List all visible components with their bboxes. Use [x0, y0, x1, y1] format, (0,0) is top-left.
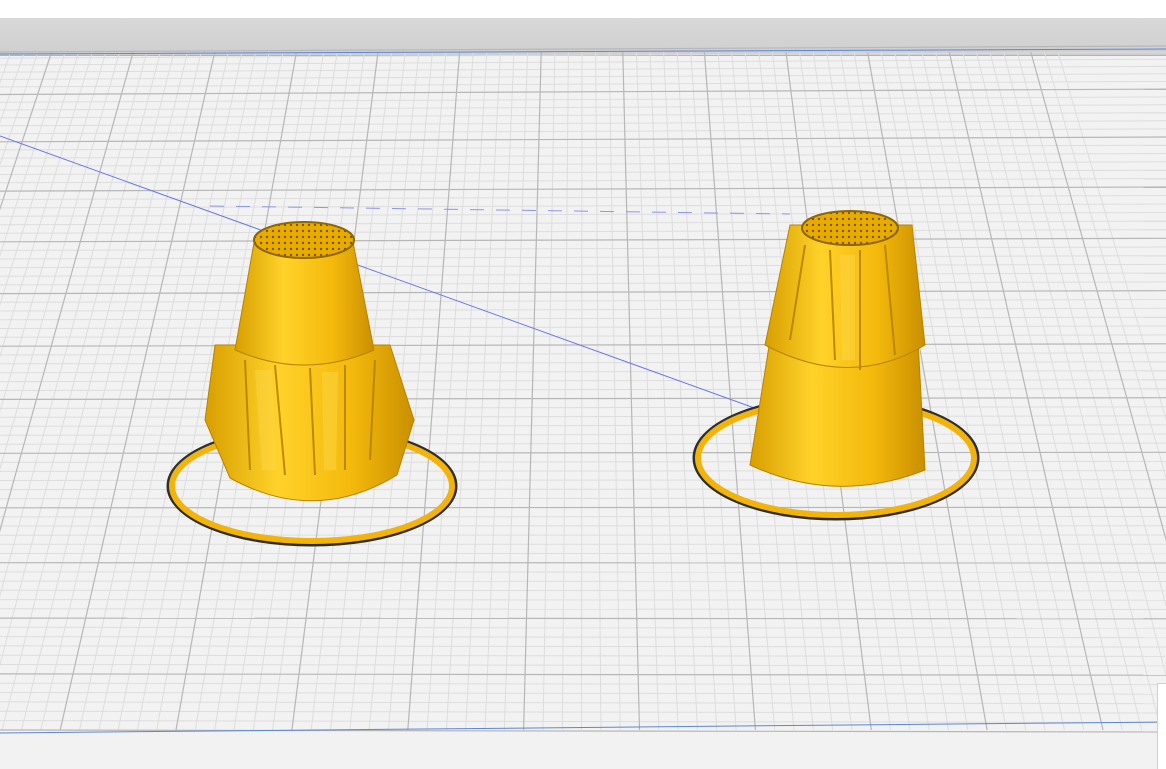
build-plate-grid — [0, 45, 1166, 734]
grid-horizontal-line — [0, 80, 1166, 88]
grid-horizontal-line — [0, 263, 1166, 269]
grid-horizontal-line — [0, 626, 1166, 629]
grid-vertical-line — [0, 51, 80, 306]
3d-viewport[interactable] — [0, 0, 1166, 769]
grid-horizontal-line — [0, 682, 1166, 686]
grid-horizontal-line — [0, 589, 1166, 592]
grid-horizontal-line — [0, 178, 1166, 184]
grid-vertical-line — [503, 51, 529, 731]
grid-horizontal-line — [0, 388, 1166, 391]
grid-horizontal-line — [0, 334, 1166, 338]
grid-horizontal-line — [0, 406, 1166, 409]
grid-horizontal-line — [0, 654, 1166, 657]
grid-horizontal-line — [0, 397, 1166, 400]
grid-horizontal-line — [0, 229, 1166, 234]
grid-horizontal-line — [0, 307, 1166, 312]
grid-horizontal-line — [0, 701, 1166, 705]
grid-horizontal-line — [0, 153, 1166, 159]
grid-vertical-line — [59, 51, 216, 731]
grid-horizontal-line — [0, 361, 1166, 365]
grid-horizontal-line — [0, 415, 1166, 418]
grid-horizontal-line — [0, 281, 1166, 286]
grid-vertical-line — [0, 51, 134, 533]
right-panel-tab[interactable] — [1157, 683, 1166, 769]
grid-horizontal-line — [0, 128, 1166, 135]
grid-horizontal-line — [0, 246, 1166, 251]
grid-horizontal-line — [0, 325, 1166, 329]
grid-horizontal-line — [0, 673, 1166, 676]
grid-horizontal-line — [0, 636, 1166, 639]
grid-horizontal-line — [0, 144, 1166, 151]
grid-horizontal-line — [0, 58, 1166, 66]
grid-horizontal-line — [0, 255, 1166, 260]
grid-vertical-line — [635, 51, 660, 731]
grid-horizontal-line — [0, 442, 1166, 445]
grid-vertical-line — [465, 51, 501, 731]
grid-vertical-line — [542, 51, 556, 731]
dashed-guide-line — [209, 205, 791, 215]
grid-horizontal-line — [0, 433, 1166, 436]
grid-horizontal-line — [0, 96, 1166, 103]
grid-vertical-line — [484, 51, 515, 731]
grid-vertical-line — [622, 51, 641, 731]
grid-horizontal-line — [0, 720, 1166, 723]
grid-horizontal-line — [0, 212, 1166, 217]
build-plate-scene[interactable] — [0, 0, 1166, 769]
grid-horizontal-line — [0, 203, 1166, 209]
grid-vertical-line — [40, 51, 202, 731]
grid-horizontal-line — [0, 220, 1166, 226]
grid-vertical-line — [0, 51, 161, 667]
grid-horizontal-line — [0, 120, 1166, 127]
grid-horizontal-line — [0, 424, 1166, 427]
grid-horizontal-line — [0, 710, 1166, 714]
grid-horizontal-line — [0, 272, 1166, 277]
grid-horizontal-line — [0, 290, 1166, 295]
grid-horizontal-line — [0, 65, 1166, 73]
grid-horizontal-line — [0, 88, 1166, 96]
grid-vertical-line — [608, 51, 621, 731]
model-left-top — [253, 221, 355, 259]
grid-horizontal-line — [0, 352, 1166, 356]
grid-horizontal-line — [0, 186, 1166, 192]
grid-vertical-line — [79, 51, 229, 731]
grid-horizontal-line — [0, 316, 1166, 321]
grid-horizontal-line — [0, 664, 1166, 667]
grid-horizontal-line — [0, 73, 1166, 80]
grid-horizontal-line — [0, 599, 1166, 601]
grid-vertical-line — [561, 51, 569, 731]
grid-horizontal-line — [0, 136, 1166, 143]
grid-vertical-line — [1, 51, 175, 731]
grid-horizontal-line — [0, 506, 1166, 509]
grid-horizontal-line — [0, 617, 1166, 620]
grid-vertical-line — [523, 51, 542, 731]
grid-horizontal-line — [0, 692, 1166, 695]
grid-vertical-line — [595, 51, 602, 731]
grid-vertical-line — [0, 51, 53, 211]
grid-horizontal-line — [0, 299, 1166, 303]
grid-horizontal-line — [0, 608, 1166, 610]
model-right-top — [801, 210, 899, 246]
grid-horizontal-line — [0, 451, 1166, 454]
